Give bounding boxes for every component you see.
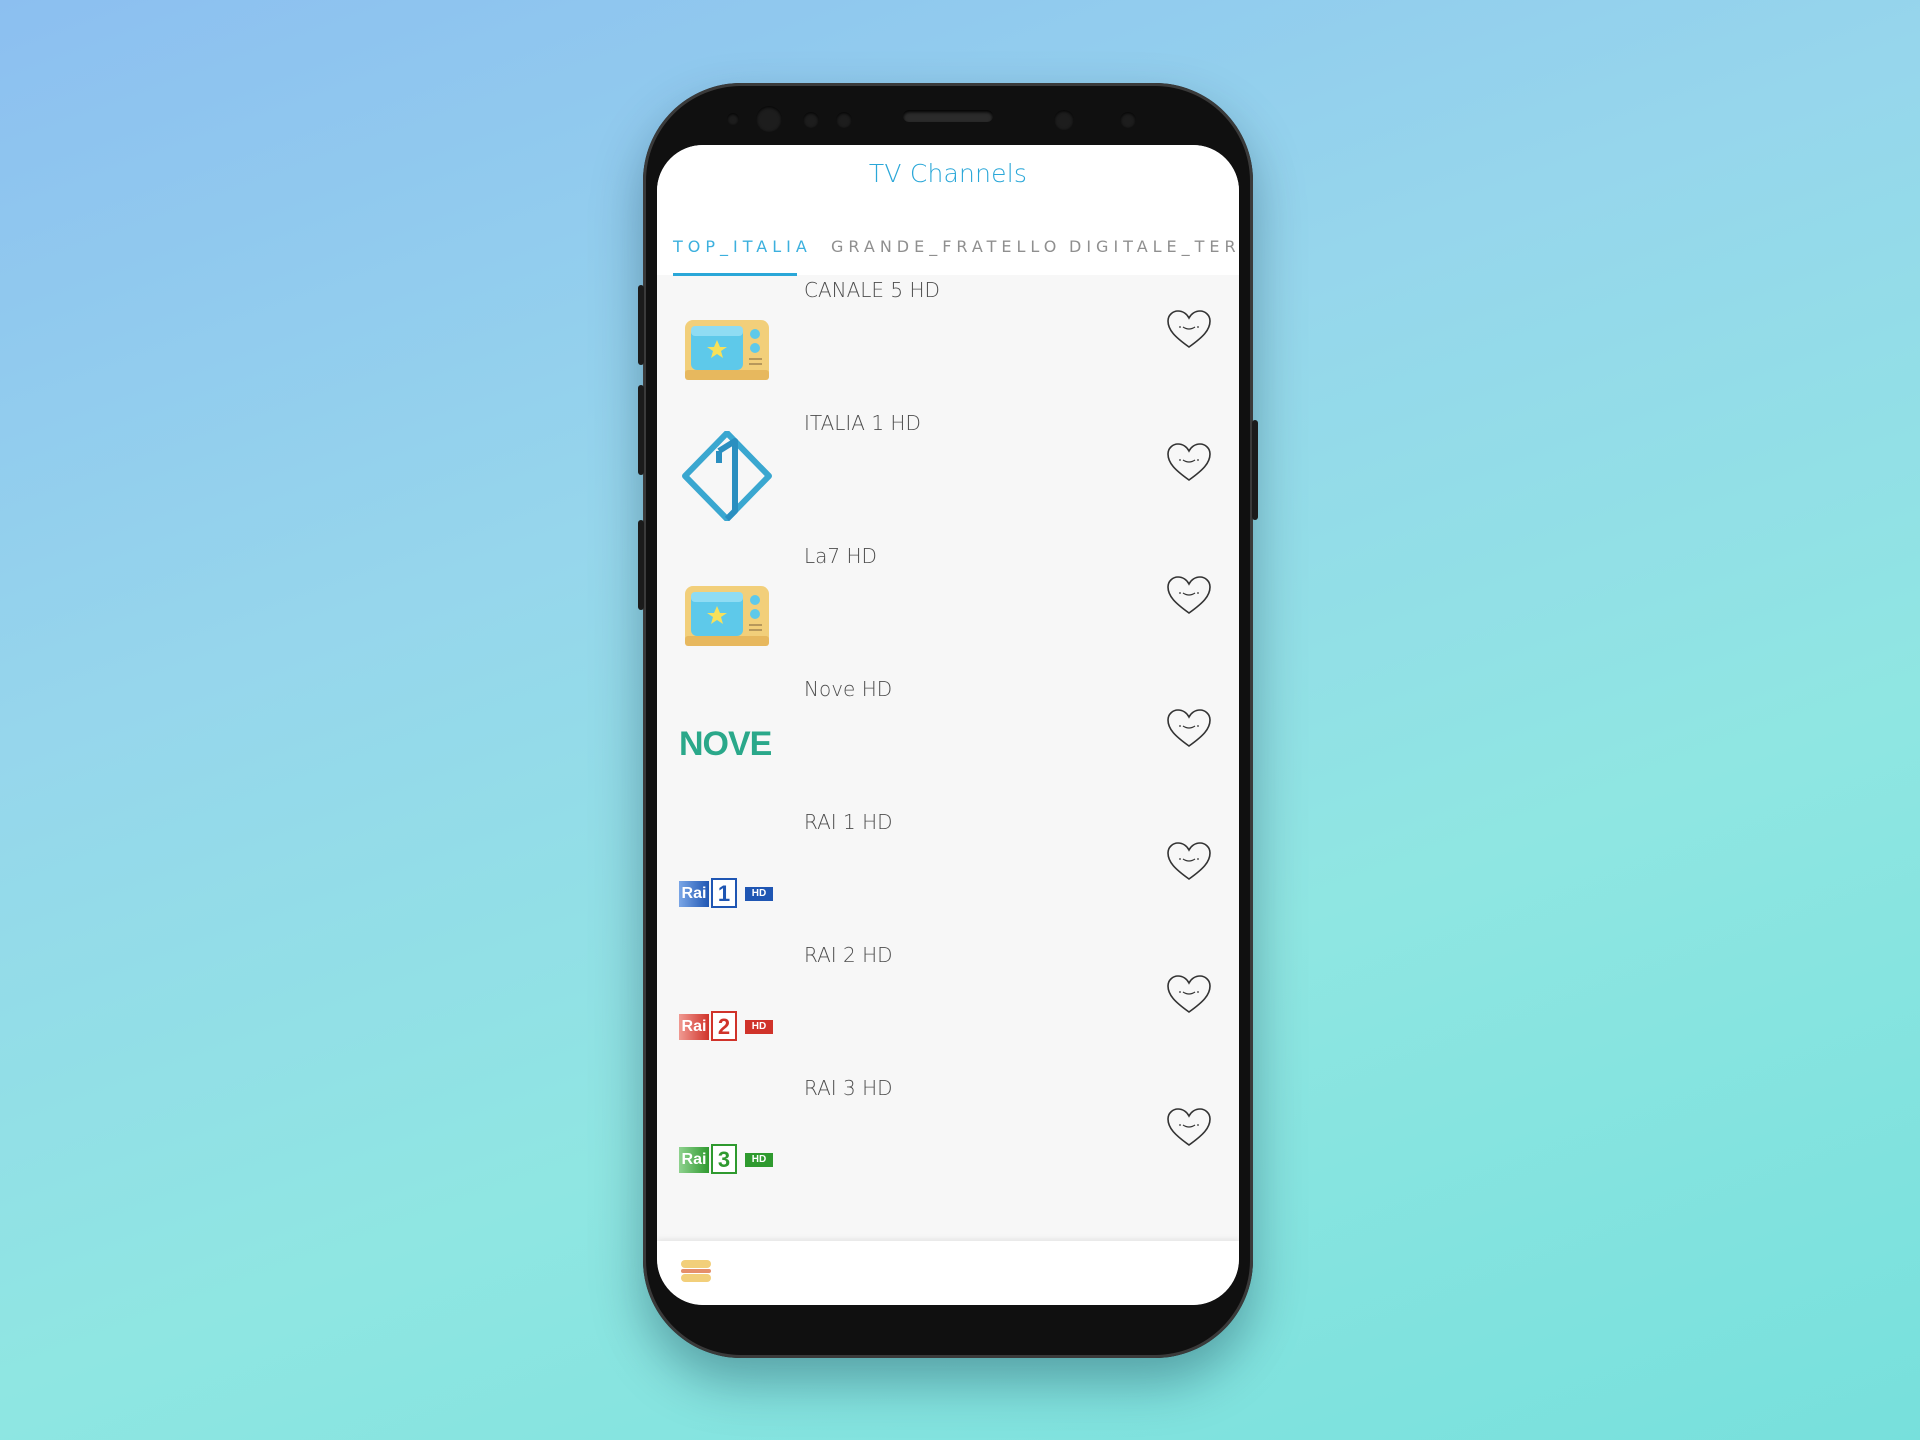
front-camera <box>756 106 782 132</box>
heart-outline-icon[interactable] <box>1165 973 1213 1015</box>
rai-number: 2 <box>711 1011 737 1041</box>
hd-badge: HD <box>745 887 773 901</box>
channel-name: ITALIA 1 HD <box>804 411 921 435</box>
app-title: TV Channels <box>868 159 1028 188</box>
app-bar: TV Channels TOP_ITALIA GRANDE_FRATELLO D… <box>657 145 1239 275</box>
tv-cartoon-icon <box>685 320 769 380</box>
channel-name: CANALE 5 HD <box>804 278 940 302</box>
channel-name: RAI 2 HD <box>804 943 893 967</box>
earpiece-speaker <box>903 110 993 122</box>
volume-button <box>638 285 644 365</box>
tv-cartoon-icon <box>685 586 769 646</box>
channel-name: La7 HD <box>804 544 877 568</box>
heart-outline-icon[interactable] <box>1165 1106 1213 1148</box>
heart-outline-icon[interactable] <box>1165 840 1213 882</box>
rai-number: 1 <box>711 878 737 908</box>
heart-outline-icon[interactable] <box>1165 707 1213 749</box>
rai1-logo: Rai 1 HD <box>679 878 775 910</box>
tab-bar: TOP_ITALIA GRANDE_FRATELLO DIGITALE_TERR <box>657 225 1239 275</box>
sensor-dot <box>836 112 852 128</box>
channel-row-la7[interactable]: La7 HD <box>657 544 1239 677</box>
rai-wordmark: Rai <box>679 1147 709 1173</box>
heart-outline-icon[interactable] <box>1165 441 1213 483</box>
heart-outline-icon[interactable] <box>1165 308 1213 350</box>
channel-name: RAI 3 HD <box>804 1076 893 1100</box>
volume-down-button <box>638 385 644 475</box>
channel-row-rai2[interactable]: Rai 2 HD RAI 2 HD <box>657 943 1239 1076</box>
tab-grande-fratello[interactable]: GRANDE_FRATELLO <box>831 237 1061 256</box>
camera-lens <box>1054 110 1074 130</box>
rai-wordmark: Rai <box>679 1014 709 1040</box>
channel-row-rai1[interactable]: Rai 1 HD RAI 1 HD <box>657 810 1239 943</box>
rai-number: 3 <box>711 1144 737 1174</box>
menu-icon[interactable] <box>679 1257 713 1285</box>
rai3-logo: Rai 3 HD <box>679 1144 775 1176</box>
channel-row-italia1[interactable]: ITALIA 1 HD <box>657 411 1239 544</box>
tab-digitale-terrestre[interactable]: DIGITALE_TERR <box>1069 237 1239 256</box>
power-button <box>1252 420 1258 520</box>
sensor-dot <box>803 112 819 128</box>
active-tab-indicator <box>673 273 797 276</box>
hd-badge: HD <box>745 1153 773 1167</box>
channel-row-nove[interactable]: NOVE Nove HD <box>657 677 1239 810</box>
channel-name: Nove HD <box>804 677 893 701</box>
hd-badge: HD <box>745 1020 773 1034</box>
channel-row-rai3[interactable]: Rai 3 HD RAI 3 HD <box>657 1076 1239 1209</box>
rai-wordmark: Rai <box>679 881 709 907</box>
channel-row-canale5[interactable]: CANALE 5 HD <box>657 278 1239 411</box>
sensor-dot <box>1120 112 1136 128</box>
bixby-button <box>638 520 644 610</box>
sensor-dot <box>727 113 739 125</box>
app-screen: TV Channels TOP_ITALIA GRANDE_FRATELLO D… <box>657 145 1239 1305</box>
bottom-bar <box>657 1241 1239 1305</box>
rai2-logo: Rai 2 HD <box>679 1011 775 1043</box>
nove-logo: NOVE <box>679 725 772 763</box>
italia1-logo <box>682 431 772 521</box>
tab-top-italia[interactable]: TOP_ITALIA <box>673 237 812 256</box>
heart-outline-icon[interactable] <box>1165 574 1213 616</box>
channel-name: RAI 1 HD <box>804 810 893 834</box>
